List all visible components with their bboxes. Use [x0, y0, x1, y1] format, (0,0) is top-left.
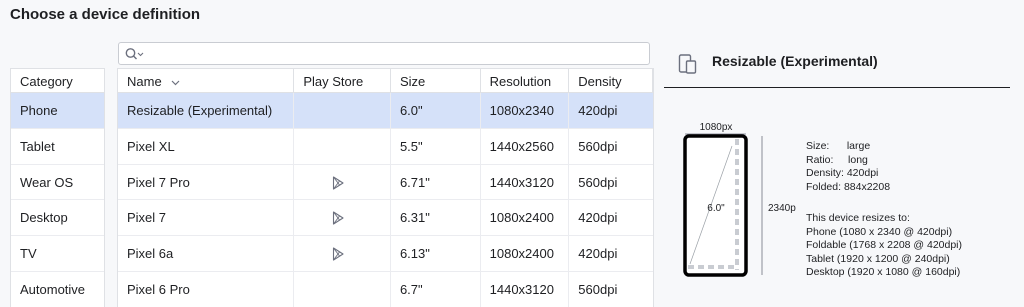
category-item-phone[interactable]: Phone	[11, 93, 104, 129]
column-header-name[interactable]: Name	[118, 69, 295, 92]
detail-header: Resizable (Experimental)	[664, 44, 1010, 88]
device-size: 6.0"	[391, 93, 481, 128]
device-size: 6.7"	[391, 271, 481, 307]
preview-width-label: 1080px	[700, 122, 733, 133]
spec-ratio: Ratio: long	[806, 153, 868, 166]
device-resolution: 1080x2340	[481, 93, 570, 128]
device-density: 420dpi	[578, 103, 618, 118]
column-header-density[interactable]: Density	[569, 69, 653, 92]
play-store-icon	[333, 211, 344, 225]
spec-folded: Folded: 884x2208	[806, 180, 891, 193]
device-table: Name Play Store Size Resolution Density …	[117, 68, 654, 307]
device-name: Pixel 7	[118, 200, 295, 236]
device-row-resizable[interactable]: Resizable (Experimental) 6.0" 1080x2340 …	[118, 93, 653, 129]
sort-chevron-down-icon	[171, 80, 180, 85]
device-row-pixel-xl[interactable]: Pixel XL 5.5" 1440x2560 560dpi	[118, 128, 653, 165]
device-play-store	[294, 93, 391, 128]
device-size: 6.71"	[391, 164, 481, 200]
device-play-store	[294, 128, 391, 164]
device-density: 560dpi	[578, 281, 618, 297]
category-item-tv[interactable]: TV	[11, 236, 104, 272]
device-resolution: 1440x3120	[481, 164, 570, 200]
devices-icon	[678, 54, 697, 74]
device-resolution: 1440x2560	[481, 128, 570, 164]
device-density: 560dpi	[578, 138, 618, 154]
resize-target: Foldable (1768 x 2208 @ 420dpi)	[806, 239, 963, 251]
device-density: 420dpi	[578, 246, 618, 262]
column-header-play-store[interactable]: Play Store	[294, 69, 391, 92]
column-header-resolution[interactable]: Resolution	[481, 69, 570, 92]
resize-target: Desktop (1920 x 1080 @ 160dpi)	[806, 266, 961, 278]
category-table: Category Phone Tablet Wear OS Desktop TV…	[10, 68, 105, 307]
device-resolution: 1080x2400	[481, 200, 570, 236]
category-item-wear-os[interactable]: Wear OS	[11, 165, 104, 201]
device-preview: 1080px 6.0" 2340px	[683, 122, 796, 277]
detail-title: Resizable (Experimental)	[712, 53, 878, 69]
device-row-pixel-6-pro[interactable]: Pixel 6 Pro 6.7" 1440x3120 560dpi	[118, 271, 653, 307]
column-header-size[interactable]: Size	[391, 69, 481, 92]
search-box[interactable]	[118, 42, 650, 65]
resize-targets: This device resizes to: Phone (1080 x 23…	[806, 212, 962, 280]
device-name: Resizable (Experimental)	[118, 93, 295, 128]
device-play-store	[294, 200, 391, 236]
device-size: 6.31"	[391, 200, 481, 236]
device-resolution: 1080x2400	[481, 236, 570, 271]
category-item-desktop[interactable]: Desktop	[11, 200, 104, 237]
category-item-tablet[interactable]: Tablet	[11, 129, 104, 165]
device-resolution: 1440x3120	[481, 271, 570, 307]
device-table-header: Name Play Store Size Resolution Density	[118, 68, 653, 93]
device-size: 5.5"	[391, 128, 481, 164]
preview-height-label: 2340px	[768, 203, 796, 214]
device-row-pixel-7[interactable]: Pixel 7 6.31" 1080x2400 420dpi	[118, 200, 653, 237]
page-title: Choose a device definition	[10, 6, 201, 23]
spec-size: Size: large	[806, 140, 871, 152]
play-store-icon	[333, 247, 344, 261]
device-name: Pixel 6 Pro	[118, 271, 295, 307]
preview-diagonal-label: 6.0"	[707, 203, 725, 214]
category-header[interactable]: Category	[11, 68, 104, 93]
device-name: Pixel XL	[118, 128, 295, 164]
device-specs: Size: large Ratio: long Density: 420dpi …	[806, 140, 890, 194]
category-item-automotive[interactable]: Automotive	[11, 272, 104, 307]
device-density: 560dpi	[578, 174, 618, 190]
search-input[interactable]	[147, 45, 642, 62]
device-size: 6.13"	[391, 236, 481, 271]
play-store-icon	[333, 176, 344, 190]
search-icon	[125, 48, 144, 60]
device-play-store	[294, 164, 391, 200]
device-row-pixel-7-pro[interactable]: Pixel 7 Pro 6.71" 1440x3120 560dpi	[118, 164, 653, 201]
resize-target: Phone (1080 x 2340 @ 420dpi)	[806, 225, 953, 238]
device-name: Pixel 7 Pro	[118, 164, 295, 200]
resize-target: Tablet (1920 x 1200 @ 240dpi)	[806, 252, 950, 265]
device-row-pixel-6a[interactable]: Pixel 6a 6.13" 1080x2400 420dpi	[118, 236, 653, 272]
spec-density: Density: 420dpi	[806, 167, 879, 179]
column-header-name-label: Name	[127, 74, 162, 89]
device-play-store	[294, 271, 391, 307]
device-play-store	[294, 236, 391, 271]
resizes-title: This device resizes to:	[806, 212, 910, 224]
device-density: 420dpi	[578, 210, 618, 226]
device-name: Pixel 6a	[118, 236, 295, 271]
